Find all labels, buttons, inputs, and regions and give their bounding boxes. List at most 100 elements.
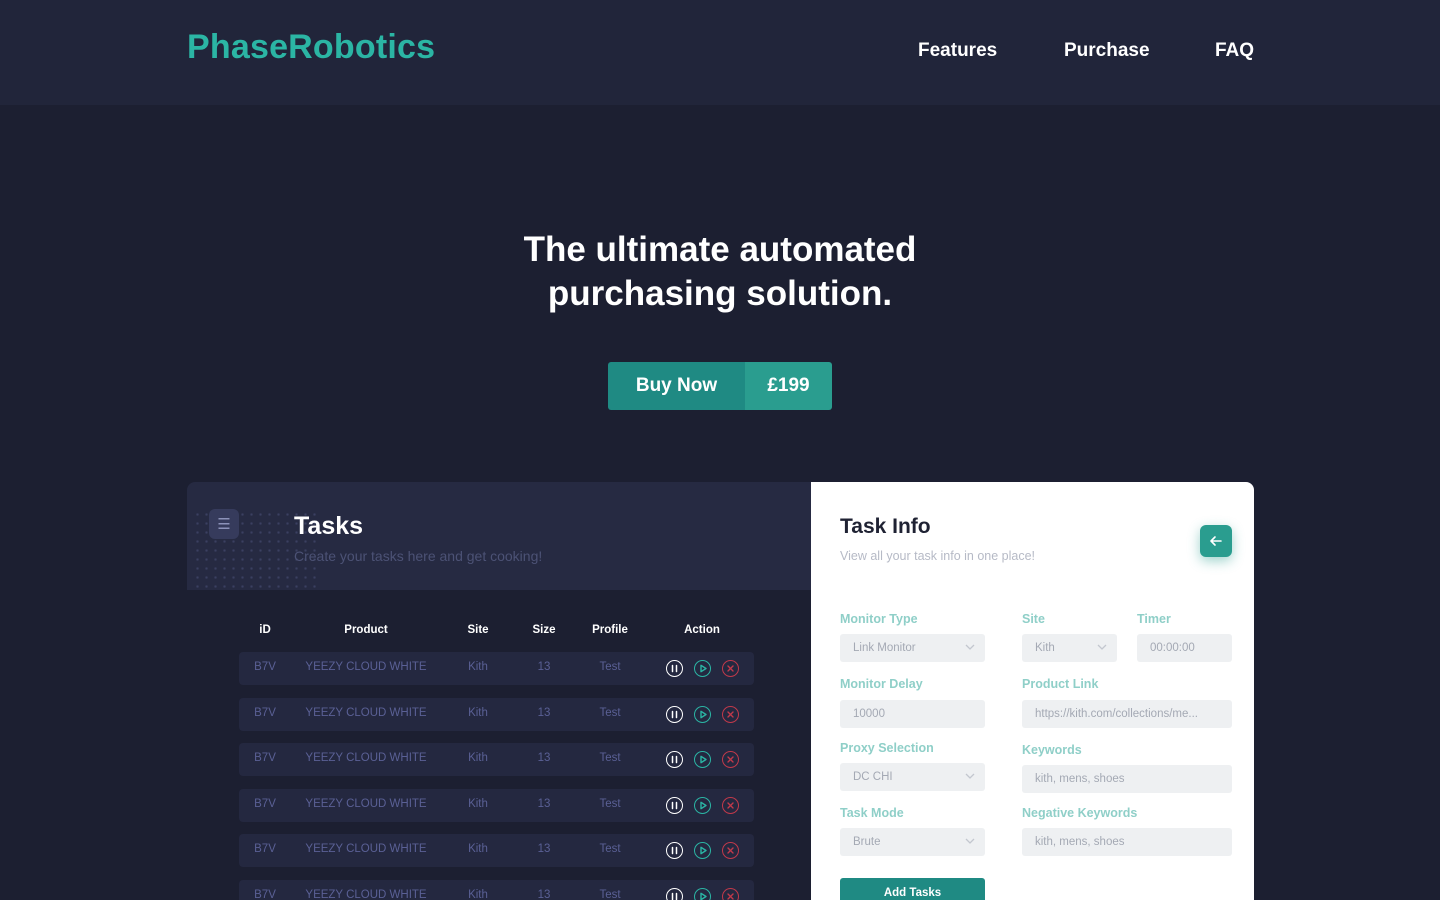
negative-keywords-label: Negative Keywords — [1022, 806, 1138, 820]
task-info-panel: Task Info View all your task info in one… — [811, 482, 1254, 900]
hero-title: The ultimate automated purchasing soluti… — [420, 228, 1020, 316]
cell-product: YEEZY CLOUD WHITE — [305, 843, 427, 855]
chevron-down-icon — [965, 644, 975, 650]
play-icon[interactable] — [694, 706, 711, 723]
table-row[interactable]: B7V YEEZY CLOUD WHITE Kith 13 Test — [239, 698, 754, 731]
monitor-delay-label: Monitor Delay — [840, 677, 923, 691]
add-tasks-button[interactable]: Add Tasks — [840, 878, 985, 900]
cell-site: Kith — [468, 707, 488, 719]
table-row[interactable]: B7V YEEZY CLOUD WHITE Kith 13 Test — [239, 652, 754, 685]
delete-icon[interactable] — [722, 660, 739, 677]
pause-icon[interactable] — [666, 751, 683, 768]
play-icon[interactable] — [694, 842, 711, 859]
cell-size: 13 — [537, 798, 551, 810]
pause-icon[interactable] — [666, 660, 683, 677]
play-icon[interactable] — [694, 751, 711, 768]
cell-profile: Test — [599, 707, 621, 719]
cell-id: B7V — [254, 889, 276, 900]
pause-icon[interactable] — [666, 842, 683, 859]
task-info-subtitle: View all your task info in one place! — [840, 549, 1036, 563]
monitor-type-label: Monitor Type — [840, 612, 918, 626]
nav-link-purchase[interactable]: Purchase — [1064, 40, 1150, 62]
hero-title-line-1: The ultimate automated — [523, 230, 917, 269]
cell-size: 13 — [537, 889, 551, 900]
tasks-title: Tasks — [294, 512, 364, 540]
cell-profile: Test — [599, 843, 621, 855]
table-row[interactable]: B7V YEEZY CLOUD WHITE Kith 13 Test — [239, 834, 754, 867]
table-row[interactable]: B7V YEEZY CLOUD WHITE Kith 13 Test — [239, 743, 754, 776]
cell-size: 13 — [537, 752, 551, 764]
tasks-subtitle: Create your tasks here and get cooking! — [294, 548, 543, 564]
cell-id: B7V — [254, 707, 276, 719]
cell-product: YEEZY CLOUD WHITE — [305, 752, 427, 764]
negative-keywords-input[interactable]: kith, mens, shoes — [1022, 828, 1232, 856]
cell-id: B7V — [254, 843, 276, 855]
hero-title-line-2: purchasing solution. — [547, 274, 893, 313]
task-info-title: Task Info — [840, 515, 931, 538]
monitor-delay-value: 10000 — [853, 708, 885, 720]
cell-id: B7V — [254, 752, 276, 764]
proxy-selection-select[interactable]: DC CHI — [840, 763, 985, 791]
product-link-value: https://kith.com/collections/me... — [1035, 708, 1198, 720]
pause-icon[interactable] — [666, 888, 683, 900]
task-mode-label: Task Mode — [840, 806, 904, 820]
cell-product: YEEZY CLOUD WHITE — [305, 707, 427, 719]
pause-icon[interactable] — [666, 797, 683, 814]
keywords-input[interactable]: kith, mens, shoes — [1022, 765, 1232, 793]
monitor-type-select[interactable]: Link Monitor — [840, 634, 985, 662]
monitor-delay-input[interactable]: 10000 — [840, 700, 985, 728]
menu-button[interactable]: ☰ — [209, 509, 239, 539]
negative-keywords-value: kith, mens, shoes — [1035, 836, 1125, 848]
cell-site: Kith — [468, 843, 488, 855]
buy-now-button[interactable]: Buy Now £199 — [608, 362, 832, 410]
delete-icon[interactable] — [722, 706, 739, 723]
cell-profile: Test — [599, 752, 621, 764]
buy-now-label: Buy Now — [608, 362, 745, 410]
delete-icon[interactable] — [722, 797, 739, 814]
cell-product: YEEZY CLOUD WHITE — [305, 661, 427, 673]
timer-label: Timer — [1137, 612, 1171, 626]
cell-profile: Test — [599, 661, 621, 673]
tasks-panel: ☰ Tasks Create your tasks here and get c… — [187, 482, 811, 900]
column-header-profile: Profile — [592, 624, 628, 636]
play-icon[interactable] — [694, 660, 711, 677]
site-select[interactable]: Kith — [1022, 634, 1117, 662]
site-value: Kith — [1035, 642, 1055, 654]
brand-logo[interactable]: PhaseRobotics — [187, 28, 435, 67]
delete-icon[interactable] — [722, 888, 739, 900]
tasks-header: ☰ Tasks Create your tasks here and get c… — [187, 482, 811, 590]
nav-link-features[interactable]: Features — [918, 40, 997, 62]
top-navbar: PhaseRobotics Features Purchase FAQ — [0, 0, 1440, 105]
app-preview: ☰ Tasks Create your tasks here and get c… — [187, 482, 1254, 900]
chevron-down-icon — [965, 773, 975, 779]
table-row[interactable]: B7V YEEZY CLOUD WHITE Kith 13 Test — [239, 880, 754, 900]
column-header-size: Size — [532, 624, 556, 636]
timer-input[interactable]: 00:00:00 — [1137, 634, 1232, 662]
chevron-down-icon — [965, 838, 975, 844]
play-icon[interactable] — [694, 797, 711, 814]
product-link-input[interactable]: https://kith.com/collections/me... — [1022, 700, 1232, 728]
cell-profile: Test — [599, 889, 621, 900]
pause-icon[interactable] — [666, 706, 683, 723]
table-row[interactable]: B7V YEEZY CLOUD WHITE Kith 13 Test — [239, 789, 754, 822]
timer-value: 00:00:00 — [1150, 642, 1195, 654]
cell-site: Kith — [468, 889, 488, 900]
cell-size: 13 — [537, 661, 551, 673]
price-label: £199 — [745, 362, 832, 410]
delete-icon[interactable] — [722, 751, 739, 768]
nav-link-faq[interactable]: FAQ — [1215, 40, 1254, 62]
delete-icon[interactable] — [722, 842, 739, 859]
column-header-product: Product — [344, 624, 388, 636]
play-icon[interactable] — [694, 888, 711, 900]
arrow-left-icon — [1210, 536, 1222, 546]
column-header-id: iD — [259, 624, 271, 636]
keywords-label: Keywords — [1022, 743, 1082, 757]
tasks-table-header: iD Product Site Size Profile Action — [239, 624, 754, 640]
cell-size: 13 — [537, 707, 551, 719]
product-link-label: Product Link — [1022, 677, 1099, 691]
proxy-selection-label: Proxy Selection — [840, 741, 934, 755]
keywords-value: kith, mens, shoes — [1035, 773, 1125, 785]
back-button[interactable] — [1200, 525, 1232, 557]
cell-id: B7V — [254, 661, 276, 673]
task-mode-select[interactable]: Brute — [840, 828, 985, 856]
